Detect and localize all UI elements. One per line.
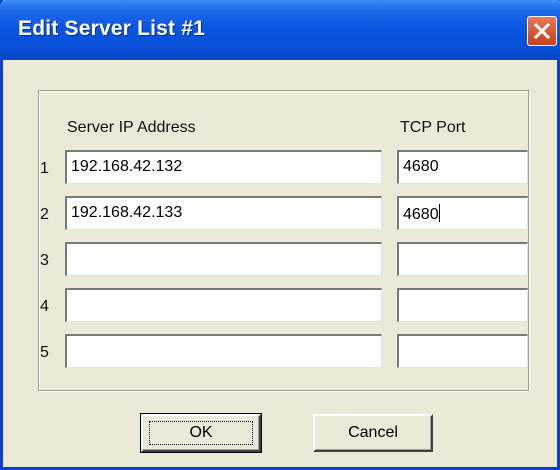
server-ip-header: Server IP Address [67,119,196,136]
tcp-port-input-1[interactable]: 4680 [397,150,528,184]
server-ip-input-5[interactable] [65,334,382,368]
server-ip-input-3[interactable] [65,242,382,276]
row-number-2: 2 [40,206,49,223]
text-caret [438,204,440,222]
ok-button[interactable]: OK [140,413,262,453]
ok-button-label: OK [189,424,213,441]
cancel-button-label: Cancel [348,424,398,441]
tcp-port-value-2: 4680 [403,206,439,223]
tcp-port-input-5[interactable] [397,334,528,368]
server-ip-input-4[interactable] [65,288,382,322]
tcp-port-input-4[interactable] [397,288,528,322]
cancel-button[interactable]: Cancel [313,414,433,452]
server-ip-input-1[interactable]: 192.168.42.132 [65,150,382,184]
row-number-3: 3 [40,252,49,269]
server-ip-input-2[interactable]: 192.168.42.133 [65,196,382,230]
title-bar[interactable]: Edit Server List #1 [0,0,560,60]
row-number-4: 4 [40,298,49,315]
tcp-port-input-3[interactable] [397,242,528,276]
row-number-1: 1 [40,160,49,177]
tcp-port-input-2[interactable]: 4680 [397,196,528,230]
close-button[interactable] [527,16,557,46]
row-number-5: 5 [40,344,49,361]
dialog-title: Edit Server List #1 [18,17,206,40]
tcp-port-header: TCP Port [400,119,466,136]
close-icon [534,23,550,39]
edit-server-list-dialog: Edit Server List #1 Server IP Address TC… [0,0,560,470]
